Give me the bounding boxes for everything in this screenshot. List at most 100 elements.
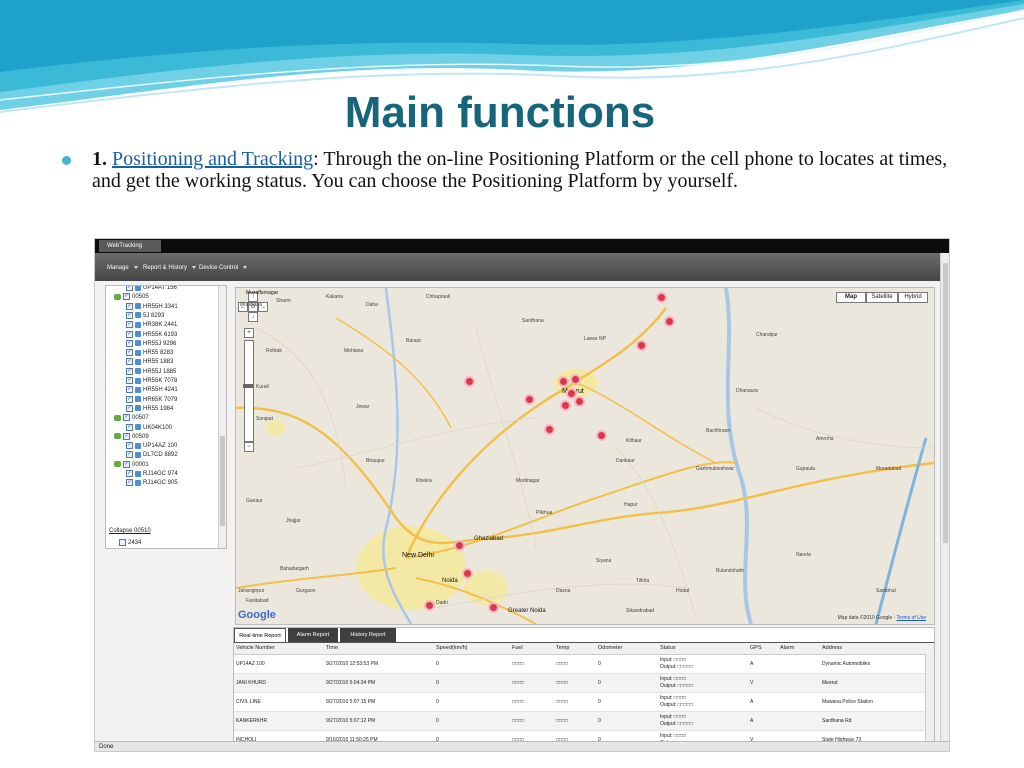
menu-device-control[interactable]: Device Control [199,265,248,271]
zoom-slider[interactable] [244,340,254,442]
pan-down-button[interactable]: ↓ [248,312,258,322]
tree-item[interactable]: ✓ HR55H 4241 [126,386,178,395]
tree-item[interactable]: ✓ HR55K 6193 [126,330,177,340]
vehicle-marker[interactable] [462,568,473,579]
column-header[interactable]: Status [660,643,676,654]
vehicle-marker[interactable] [454,540,465,551]
vehicle-marker[interactable] [574,396,585,407]
vehicle-marker[interactable] [560,400,571,411]
column-header[interactable]: Address [822,643,842,654]
checkbox[interactable]: ✓ [126,404,133,412]
tree-item-2434[interactable]: 2434 [119,539,141,548]
tree-item[interactable]: ✓ HR55 1984 [126,404,173,414]
tree-item[interactable]: ✓ 00507 [114,414,149,423]
vehicle-marker[interactable] [596,430,607,441]
report-scrollbar[interactable] [925,654,934,750]
checkbox[interactable]: ✓ [126,339,133,347]
zoom-in-button[interactable]: + [244,328,254,338]
column-header[interactable]: Odometer [598,643,622,654]
tree-item[interactable]: ✓ UK04K100 [126,423,172,433]
menu-manage[interactable]: Manage [107,265,138,271]
tree-item[interactable]: ✓ DL7CD 8892 [126,451,178,460]
report-panel: Real-time Report Alarm Report History Re… [233,627,935,751]
vehicle-marker[interactable] [636,340,647,351]
tree-item[interactable]: ✓ 00001 [114,460,149,470]
vehicle-marker[interactable] [664,316,675,327]
vehicle-marker[interactable] [656,292,667,303]
positioning-tracking-link[interactable]: Positioning and Tracking [112,148,313,170]
vehicle-marker[interactable] [558,376,569,387]
checkbox[interactable]: ✓ [126,358,133,366]
tree-item[interactable]: ✓ HR55K 7078 [126,377,177,386]
checkbox[interactable]: ✓ [126,367,133,375]
column-header[interactable]: Speed(km/h) [436,643,468,654]
checkbox[interactable]: ✓ [126,377,133,384]
tree-scroll-thumb[interactable] [220,436,225,526]
webtracking-tab[interactable]: WebTracking [99,240,161,252]
tree-item[interactable]: ✓ 5J 8293 [126,311,164,321]
zoom-slider-handle[interactable] [243,384,253,388]
terms-of-use-link[interactable]: Terms of Use [897,615,926,621]
tree-item[interactable]: ✓ UP14AT 156 [126,286,177,293]
checkbox[interactable]: ✓ [126,470,133,477]
page-scroll-thumb[interactable] [943,263,948,543]
map-type-map[interactable]: Map [836,292,866,303]
page-scrollbar[interactable] [940,253,949,741]
checkbox[interactable]: ✓ [126,479,133,487]
tree-item[interactable]: ✓ HR55J 1885 [126,367,176,377]
vehicle-marker[interactable] [524,394,535,405]
tree-item[interactable]: ✓ HR55J 9296 [126,339,176,349]
column-header[interactable]: Time [326,643,338,654]
tree-item[interactable]: ✓ 00509 [114,432,149,442]
checkbox[interactable]: ✓ [126,451,133,459]
map-view[interactable]: ↑ ← ⊙ → ↓ + − Map Satellite Hybrid New D… [235,287,935,625]
checkbox[interactable]: ✓ [123,460,130,468]
column-header[interactable]: Vehicle Number [236,643,275,654]
checkbox[interactable]: ✓ [126,311,133,319]
vehicle-marker[interactable] [424,600,435,611]
checkbox[interactable]: ✓ [126,286,133,291]
vehicle-marker[interactable] [544,424,555,435]
map-type-hybrid[interactable]: Hybrid [898,292,928,303]
checkbox[interactable]: ✓ [126,423,133,431]
checkbox[interactable]: ✓ [126,442,133,450]
checkbox[interactable]: ✓ [123,414,130,422]
table-row[interactable]: KANKERKHR 9/27/2010 5:07:12 PM 0 □□□□ □□□□ 0 I… [234,712,934,731]
checkbox[interactable]: ✓ [126,321,133,329]
checkbox[interactable]: ✓ [126,302,133,310]
table-row[interactable]: CIVIL LINE 9/27/2010 5:07:15 PM 0 □□□□ □□□□ 0… [234,693,934,712]
tree-item[interactable]: ✓ HR55 1883 [126,358,173,367]
table-cell: JANI KHURD [236,680,267,686]
checkbox[interactable]: ✓ [126,386,133,394]
vehicle-marker[interactable] [570,374,581,385]
column-header[interactable]: Fuel [512,643,523,654]
column-header[interactable]: GPS [750,643,762,654]
checkbox[interactable]: ✓ [123,432,130,440]
tab-alarm-report[interactable]: Alarm Report [288,628,338,642]
tree-item[interactable]: ✓ HR55 8283 [126,349,173,358]
checkbox[interactable]: ✓ [126,395,133,403]
tree-item[interactable]: ✓ RJ14GC 905 [126,479,178,488]
tree-item[interactable]: ✓ HR38K 2441 [126,321,177,330]
tree-item[interactable]: ✓ 00505 [114,293,149,302]
tree-item[interactable]: ✓ UP14AZ 100 [126,442,177,451]
vehicle-marker[interactable] [464,376,475,387]
tab-real-time-report[interactable]: Real-time Report [234,628,286,642]
collapse-link[interactable]: Collapse 00510 [109,528,151,534]
map-type-satellite[interactable]: Satellite [866,292,898,303]
vehicle-marker[interactable] [488,602,499,613]
tree-scrollbar[interactable] [218,286,226,548]
tree-item[interactable]: ✓ HR65K 7079 [126,395,177,405]
checkbox[interactable]: ✓ [126,330,133,338]
checkbox[interactable]: ✓ [126,349,133,357]
checkbox[interactable]: ✓ [123,293,130,301]
tree-item[interactable]: ✓ HR55H 3341 [126,302,178,312]
table-row[interactable]: UP14AZ 100 9/27/2010 12:53:53 PM 0 □□□□ □□□□… [234,655,934,674]
table-row[interactable]: JANI KHURD 9/27/2010 5:04:34 PM 0 □□□□ □□□□ 0… [234,674,934,693]
zoom-out-button[interactable]: − [244,442,254,452]
column-header[interactable]: Temp [556,643,569,654]
column-header[interactable]: Alarm [780,643,794,654]
tree-item[interactable]: ✓ RJ14GC 974 [126,470,178,479]
menu-report-history[interactable]: Report & History [143,265,197,271]
tab-history-report[interactable]: History Report [340,628,396,642]
